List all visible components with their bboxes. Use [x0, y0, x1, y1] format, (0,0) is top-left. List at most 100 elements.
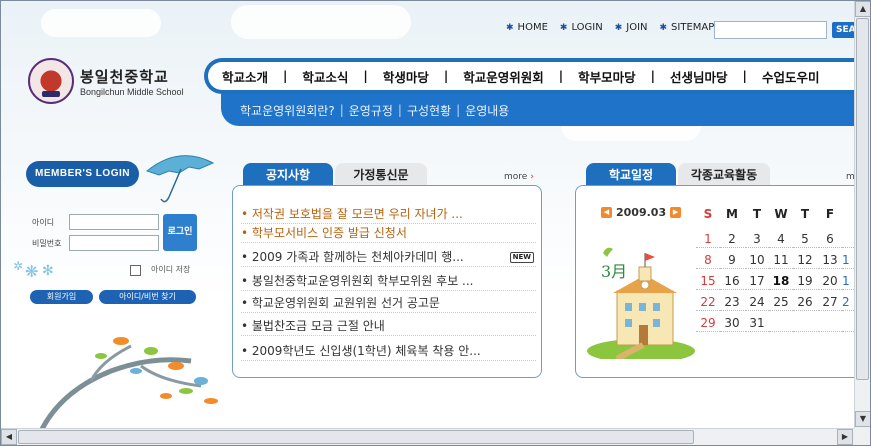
notice-item[interactable]: • 2009학년도 신입생(1학년) 체육복 착용 안... [241, 342, 536, 361]
calendar-day[interactable]: 31 [745, 314, 769, 332]
tab-notice[interactable]: 공지사항 [243, 163, 333, 187]
vertical-scroll-thumb[interactable] [856, 18, 869, 380]
month-label: 2009.03 [616, 206, 667, 219]
notice-item[interactable]: • 저작권 보호법을 잘 모르면 우리 자녀가 ... [241, 205, 536, 224]
school-logo[interactable]: 봉일천중학교 Bongilchun Middle School [28, 58, 184, 104]
calendar-day[interactable]: 15 [696, 272, 720, 290]
calendar-day[interactable]: 2 [720, 230, 744, 248]
notice-item[interactable]: • 불법찬조금 모금 근절 안내 [241, 317, 536, 336]
calendar-day[interactable]: 10 [745, 251, 769, 269]
calendar-day[interactable]: 27 [818, 293, 842, 311]
find-id-password-button[interactable]: 아이디/비번 찾기 [99, 290, 196, 304]
nav-separator: | [742, 69, 747, 83]
top-link-join[interactable]: ✱ JOIN [615, 22, 648, 33]
search-input[interactable] [714, 21, 827, 39]
nav-item-4[interactable]: 학부모마당 [578, 67, 636, 86]
calendar-day-cut[interactable]: 2 [842, 293, 854, 311]
notice-item-title: • 학교운영위원회 교원위원 선거 공고문 [241, 296, 440, 310]
subnav-item-2[interactable]: 구성현황 [407, 102, 451, 119]
nav-item-2[interactable]: 학생마당 [383, 67, 429, 86]
calendar-day[interactable]: 9 [720, 251, 744, 269]
nav-separator: | [443, 69, 449, 83]
calendar-day[interactable]: 25 [769, 293, 793, 311]
calendar-day[interactable]: 16 [720, 272, 744, 290]
calendar-day-cut[interactable]: 1 [842, 272, 854, 290]
calendar-day[interactable]: 20 [818, 272, 842, 290]
calendar-weekday: T [752, 207, 762, 221]
save-id-checkbox[interactable] [130, 265, 141, 276]
calendar-day[interactable]: 12 [793, 251, 817, 269]
calendar-day[interactable]: 29 [696, 314, 720, 332]
calendar-weekday: M [726, 207, 738, 221]
subnav-item-1[interactable]: 운영규정 [349, 102, 393, 119]
subnav-item-0[interactable]: 학교운영위원회란? [240, 102, 335, 119]
login-button[interactable]: 로그인 [163, 214, 197, 251]
calendar-day[interactable]: 26 [793, 293, 817, 311]
scroll-down-icon[interactable]: ▼ [855, 411, 870, 427]
notice-item[interactable]: • 2009 가족과 함께하는 천체아카데미 행... NEW [241, 248, 536, 267]
calendar-day[interactable]: 22 [696, 293, 720, 311]
calendar-day[interactable]: 13 [818, 251, 842, 269]
star-icon: ✱ [659, 22, 668, 33]
top-link-label: LOGIN [571, 22, 603, 33]
calendar-day[interactable]: 17 [745, 272, 769, 290]
page-viewport: ✱ HOME ✱ LOGIN ✱ JOIN ✱ SITEMAP SEA 봉일천중학교 Bong… [1, 1, 854, 428]
notice-item-title: • 학부모서비스 인증 발급 신청서 [241, 226, 407, 240]
nav-item-6[interactable]: 수업도우미 [762, 67, 820, 86]
horizontal-scrollbar[interactable]: ◀ ▶ [1, 428, 854, 445]
calendar-day[interactable]: 4 [769, 230, 793, 248]
nav-separator: | [650, 69, 656, 83]
join-button[interactable]: 회원가입 [30, 290, 93, 304]
subnav-item-3[interactable]: 운영내용 [465, 102, 509, 119]
notice-item[interactable]: • 학교운영위원회 교원위원 선거 공고문 [241, 294, 536, 313]
scroll-right-icon[interactable]: ▶ [837, 429, 853, 445]
calendar-day-cut[interactable]: 1 [842, 251, 854, 269]
nav-item-1[interactable]: 학교소식 [302, 67, 348, 86]
tree-illustration [39, 337, 218, 428]
prev-month-icon[interactable]: ◀ [601, 207, 612, 218]
calendar-day[interactable]: 11 [769, 251, 793, 269]
subnav-separator: | [397, 103, 402, 117]
calendar-day[interactable]: 19 [793, 272, 817, 290]
calendar-day[interactable]: 23 [720, 293, 744, 311]
calendar-weekday: W [774, 207, 788, 221]
notice-item-title: • 봉일천중학교운영위원회 학부모위원 후보 ... [241, 274, 474, 288]
tab-education-activities[interactable]: 각종교육활동 [678, 163, 770, 187]
notice-item-title: • 2009 가족과 함께하는 천체아카데미 행... [241, 250, 464, 264]
calendar-day[interactable]: 30 [720, 314, 744, 332]
next-month-icon[interactable]: ▶ [670, 207, 682, 218]
school-name-ko: 봉일천중학교 [80, 67, 169, 86]
calendar-day[interactable]: 24 [745, 293, 769, 311]
horizontal-scroll-thumb[interactable] [18, 430, 694, 444]
top-link-sitemap[interactable]: ✱ SITEMAP [660, 22, 715, 33]
id-input[interactable] [69, 214, 159, 230]
top-link-home[interactable]: ✱ HOME [506, 22, 548, 33]
vertical-scrollbar[interactable]: ▲ ▼ [854, 1, 870, 428]
nav-item-3[interactable]: 학교운영위원회 [463, 67, 544, 86]
top-link-login[interactable]: ✱ LOGIN [560, 22, 603, 33]
calendar-day[interactable]: 3 [745, 230, 769, 248]
password-input[interactable] [69, 235, 159, 251]
notice-item[interactable]: • 학부모서비스 인증 발급 신청서 [241, 224, 536, 243]
school-name-en: Bongilchun Middle School [80, 86, 184, 97]
calendar-day[interactable]: 1 [696, 230, 720, 248]
search-button[interactable]: SEA [832, 22, 854, 38]
snowflake-icon: ✻ [42, 263, 54, 279]
member-login-title: MEMBER'S LOGIN [26, 161, 139, 187]
nav-separator: | [558, 69, 564, 83]
school-building-illustration: 3月 [587, 247, 695, 359]
tab-school-schedule[interactable]: 학교일정 [586, 163, 676, 187]
notice-item[interactable]: • 봉일천중학교운영위원회 학부모위원 후보 ... [241, 272, 536, 291]
scroll-left-icon[interactable]: ◀ [1, 429, 17, 445]
nav-item-0[interactable]: 학교소개 [222, 67, 268, 86]
calendar-day[interactable]: 6 [818, 230, 842, 248]
schedule-more-link[interactable]: m [846, 172, 854, 182]
snowflake-icon: ✲ [13, 259, 24, 273]
nav-item-5[interactable]: 선생님마당 [670, 67, 728, 86]
scroll-up-icon[interactable]: ▲ [855, 1, 870, 17]
notice-more-link[interactable]: more › [504, 172, 534, 182]
calendar-day[interactable]: 5 [793, 230, 817, 248]
calendar-day[interactable]: 18 [769, 272, 793, 290]
tab-family-letters[interactable]: 가정통신문 [335, 163, 427, 187]
calendar-day[interactable]: 8 [696, 251, 720, 269]
